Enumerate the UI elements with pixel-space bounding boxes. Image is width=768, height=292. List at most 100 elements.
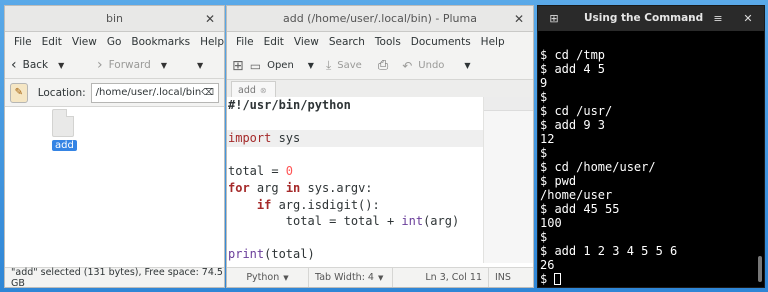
code-line-10: print(total) bbox=[228, 247, 315, 262]
chevron-down-icon: ▼ bbox=[377, 273, 384, 282]
terminal-cursor bbox=[554, 273, 562, 285]
file-manager-menubar: File Edit View Go Bookmarks Help bbox=[5, 32, 224, 52]
panel-header bbox=[484, 97, 533, 111]
tab-add[interactable]: add ⊗ bbox=[231, 81, 276, 98]
undo-button[interactable]: Undo bbox=[418, 60, 444, 71]
menu-help[interactable]: Help bbox=[195, 36, 224, 48]
code-line-7: if arg.isdigit(): bbox=[256, 197, 380, 212]
menu-file[interactable]: File bbox=[231, 36, 259, 48]
window-title: bin bbox=[105, 12, 123, 25]
menu-view[interactable]: View bbox=[289, 36, 324, 48]
menu-caret-icon[interactable]: ▼ bbox=[197, 61, 203, 70]
menu-edit[interactable]: Edit bbox=[259, 36, 289, 48]
insert-mode: INS bbox=[489, 268, 517, 287]
undo-icon[interactable]: ↶ bbox=[402, 59, 412, 73]
dropdown-caret-icon[interactable]: ▼ bbox=[58, 61, 64, 70]
location-input[interactable]: /home/user/.local/bin ⌫ bbox=[90, 82, 219, 103]
terminal-headerbar[interactable]: ⊞ Using the Command ⌕ ≡ ✕ bbox=[538, 6, 764, 31]
terminal-scrollbar[interactable] bbox=[758, 256, 762, 282]
file-manager-titlebar[interactable]: bin ✕ bbox=[5, 6, 224, 32]
tab-close-icon[interactable]: ⊗ bbox=[260, 86, 267, 95]
language-selector[interactable]: Python ▼ bbox=[227, 268, 309, 287]
save-icon[interactable]: ⤓ bbox=[326, 58, 331, 73]
terminal-line: 12 bbox=[540, 132, 555, 146]
back-label: Back bbox=[22, 59, 49, 71]
pluma-titlebar[interactable]: add (/home/user/.local/bin) - Pluma ✕ bbox=[227, 6, 533, 32]
code-line-8: total = total + int(arg) bbox=[228, 214, 460, 229]
menu-documents[interactable]: Documents bbox=[406, 36, 476, 48]
code-line-5: total = 0 bbox=[228, 164, 294, 179]
file-name-selected[interactable]: add bbox=[52, 140, 77, 151]
menu-search[interactable]: Search bbox=[324, 36, 370, 48]
menu-file[interactable]: File bbox=[9, 36, 37, 48]
code-editor[interactable]: #!/usr/bin/python import sys total = 0 f… bbox=[227, 97, 483, 263]
edit-location-icon[interactable]: ✎ bbox=[10, 82, 28, 103]
tab-label: add bbox=[238, 84, 256, 96]
terminal-window: ⊞ Using the Command ⌕ ≡ ✕ $ cd /tmp $ ad… bbox=[537, 5, 765, 288]
language-label: Python bbox=[246, 272, 280, 283]
tab-width-selector[interactable]: Tab Width: 4 ▼ bbox=[309, 268, 393, 287]
code-line-1: #!/usr/bin/python bbox=[227, 97, 483, 114]
cursor-position: Ln 3, Col 11 bbox=[393, 268, 489, 287]
file-manager-toolbar: ‹ Back ▼ › Forward ▼ ▼ bbox=[5, 52, 224, 79]
menu-bookmarks[interactable]: Bookmarks bbox=[126, 36, 195, 48]
code-line-3: import sys bbox=[227, 130, 483, 147]
forward-label: Forward bbox=[108, 59, 151, 71]
back-button[interactable]: ‹ Back ▼ bbox=[11, 57, 97, 73]
pluma-menubar: File Edit View Search Tools Documents He… bbox=[227, 32, 533, 52]
open-dropdown-icon[interactable]: ▼ bbox=[308, 61, 314, 70]
terminal-line: $ cd /home/user/ bbox=[540, 160, 656, 174]
terminal-line: /home/user bbox=[540, 188, 613, 202]
new-tab-icon[interactable]: ⊞ bbox=[544, 9, 564, 28]
search-icon[interactable]: ⌕ bbox=[682, 9, 702, 28]
shebang: #!/usr/bin/python bbox=[228, 98, 351, 112]
clear-icon[interactable]: ⌫ bbox=[201, 88, 214, 98]
open-button[interactable]: Open bbox=[267, 60, 294, 71]
save-button[interactable]: Save bbox=[337, 60, 362, 71]
menu-help[interactable]: Help bbox=[476, 36, 510, 48]
builtin-print: print bbox=[228, 247, 265, 262]
terminal-line: $ cd /tmp bbox=[540, 48, 606, 62]
tab-width-label: Tab Width: 4 bbox=[315, 272, 374, 283]
close-icon[interactable]: ✕ bbox=[514, 12, 524, 26]
file-manager-statusbar: "add" selected (131 bytes), Free space: … bbox=[5, 267, 224, 287]
terminal-line: $ cd /usr/ bbox=[540, 104, 613, 118]
terminal-line: $ add 4 5 bbox=[540, 62, 606, 76]
code-line-6: for arg in sys.argv: bbox=[228, 180, 373, 195]
menu-view[interactable]: View bbox=[67, 36, 102, 48]
keyword-import: import bbox=[228, 131, 272, 146]
terminal-line: 26 bbox=[540, 258, 555, 272]
document-tabbar: add ⊗ bbox=[227, 80, 533, 98]
forward-button[interactable]: › Forward ▼ bbox=[97, 57, 189, 73]
side-panel bbox=[483, 97, 533, 263]
menu-go[interactable]: Go bbox=[102, 36, 127, 48]
file-view[interactable]: add bbox=[5, 107, 224, 269]
dropdown-caret-icon[interactable]: ▼ bbox=[161, 61, 167, 70]
window-title: add (/home/user/.local/bin) - Pluma bbox=[282, 12, 477, 25]
terminal-line: $ pwd bbox=[540, 174, 577, 188]
terminal-output[interactable]: $ cd /tmp $ add 4 5 9 $ $ cd /usr/ $ add… bbox=[540, 48, 677, 286]
menu-icon[interactable]: ≡ bbox=[708, 9, 728, 28]
terminal-line: 9 bbox=[540, 76, 548, 90]
undo-dropdown-icon[interactable]: ▼ bbox=[464, 61, 470, 70]
new-document-icon[interactable]: ⊞ bbox=[232, 58, 244, 74]
position-label: Ln 3, Col 11 bbox=[425, 272, 482, 283]
location-bar: ✎ Location: /home/user/.local/bin ⌫ bbox=[5, 79, 224, 107]
prompt: $ bbox=[540, 272, 555, 286]
pluma-toolbar: ⊞ ▭ Open ▼ ⤓ Save ⎙ ↶ Undo ▼ bbox=[227, 52, 533, 80]
keyword-if: if bbox=[256, 197, 272, 212]
open-icon[interactable]: ▭ bbox=[250, 59, 261, 73]
file-icon[interactable] bbox=[52, 109, 74, 137]
keyword-for: for bbox=[228, 180, 250, 195]
close-icon[interactable]: ✕ bbox=[738, 9, 758, 28]
terminal-prompt-line: $ bbox=[540, 272, 677, 286]
chevron-down-icon: ▼ bbox=[283, 273, 289, 282]
location-value: /home/user/.local/bin bbox=[95, 87, 202, 98]
print-icon[interactable]: ⎙ bbox=[378, 58, 388, 73]
menu-tools[interactable]: Tools bbox=[370, 36, 406, 48]
location-label: Location: bbox=[37, 86, 86, 99]
close-icon[interactable]: ✕ bbox=[205, 12, 215, 26]
menu-edit[interactable]: Edit bbox=[37, 36, 67, 48]
